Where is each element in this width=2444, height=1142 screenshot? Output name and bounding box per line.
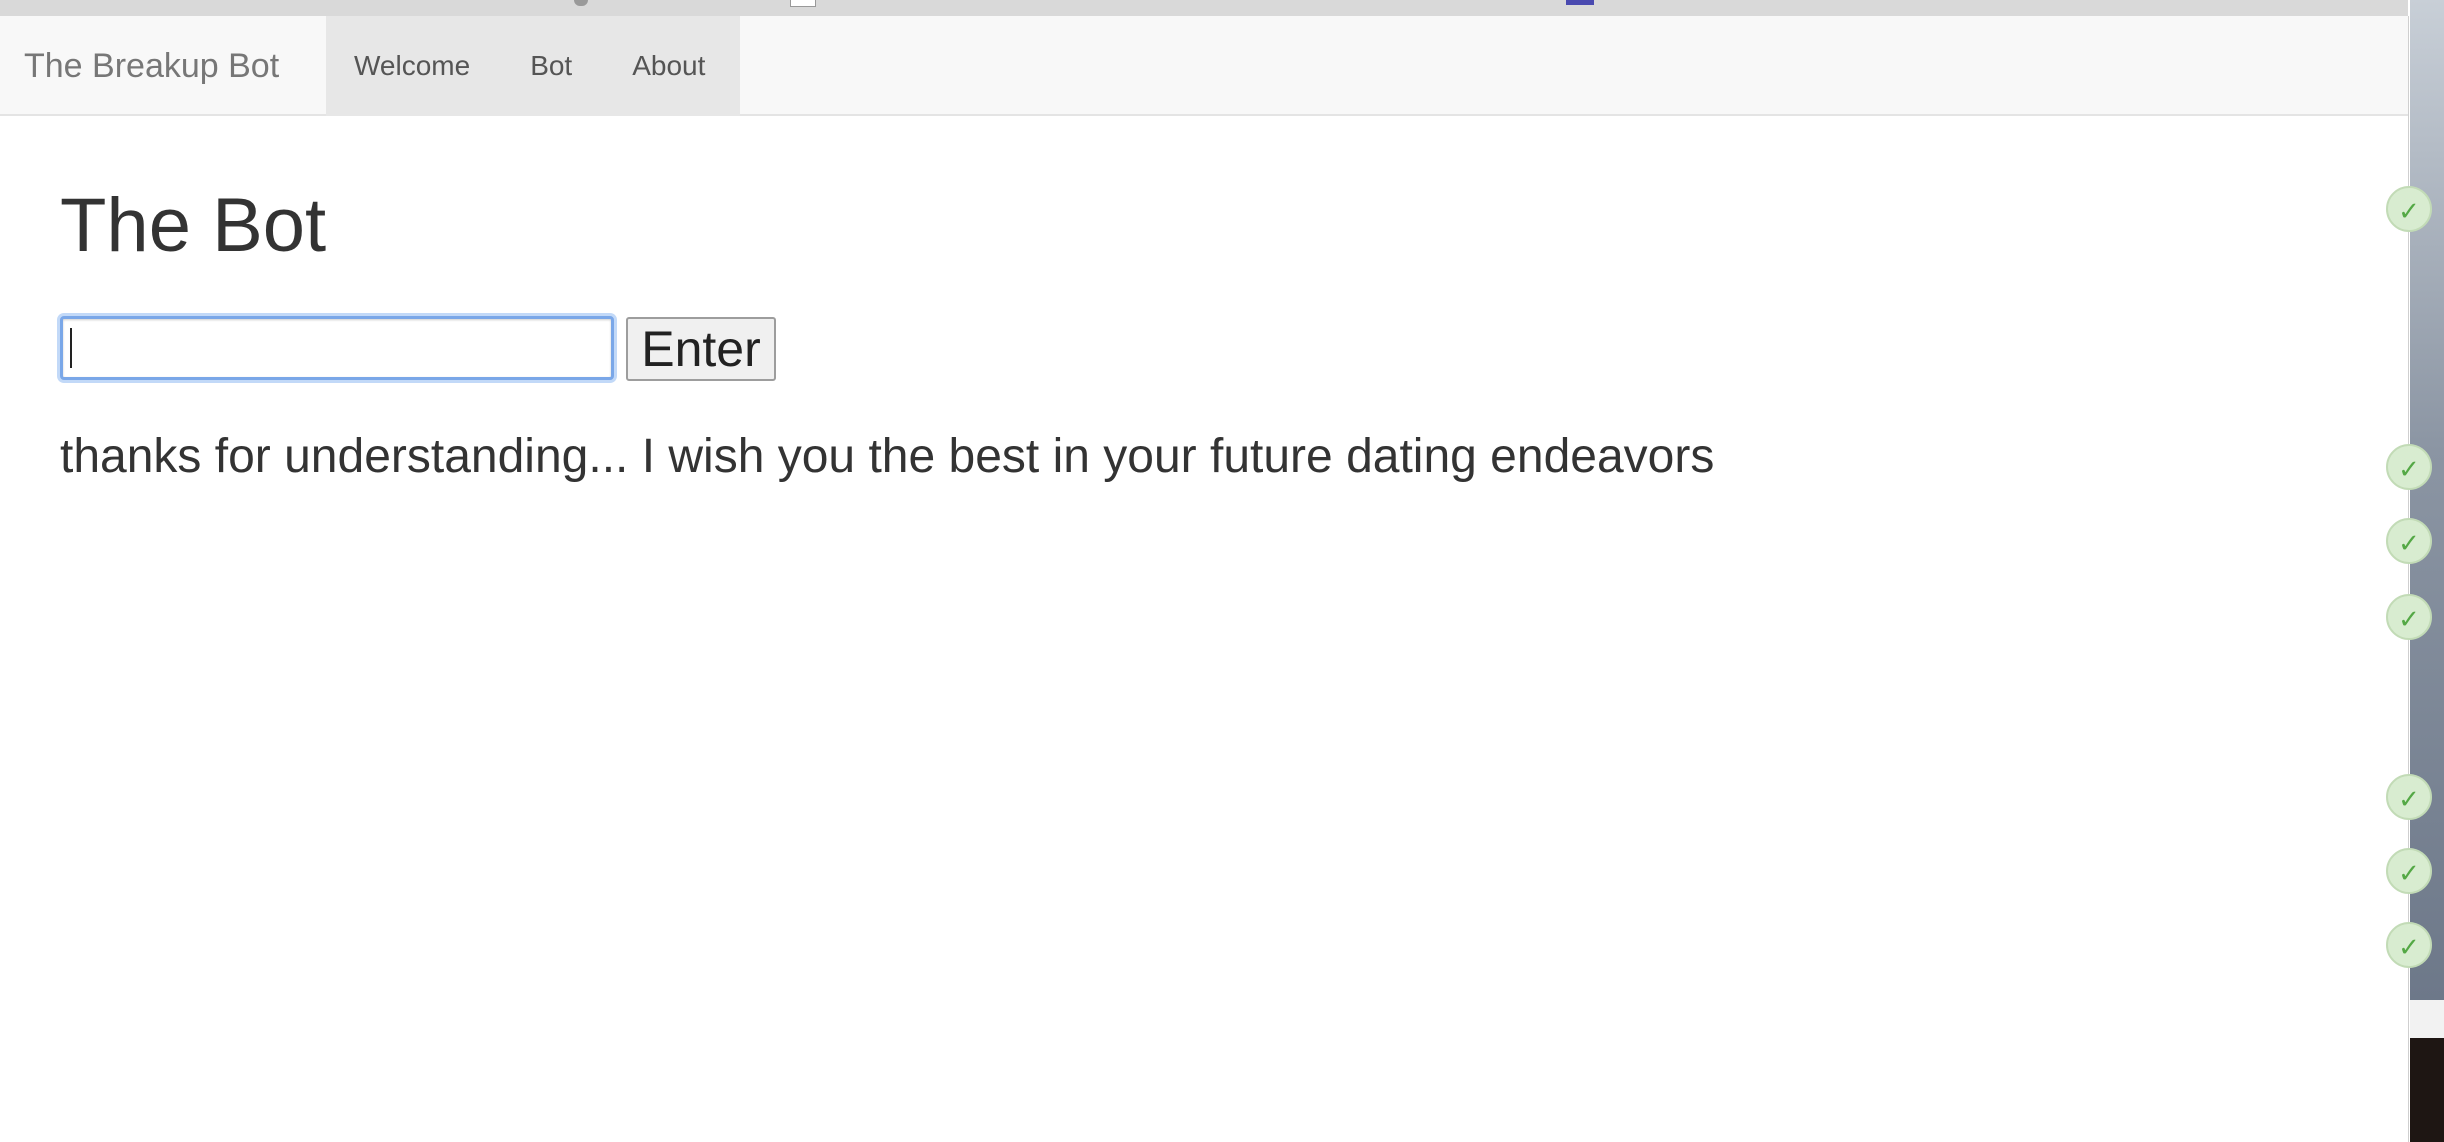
navbar: The Breakup Bot Welcome Bot About bbox=[0, 16, 2408, 116]
page-title: The Bot bbox=[60, 183, 327, 268]
check-circle-icon: ✓ bbox=[2386, 444, 2432, 490]
check-circle-icon: ✓ bbox=[2386, 186, 2432, 232]
toolbar-icon[interactable] bbox=[790, 0, 816, 7]
toolbar-icon[interactable] bbox=[574, 0, 588, 6]
nav-links: Welcome Bot About bbox=[326, 16, 740, 116]
enter-button[interactable]: Enter bbox=[626, 317, 776, 381]
bot-response: thanks for understanding... I wish you t… bbox=[60, 430, 1715, 483]
message-input[interactable] bbox=[60, 316, 614, 380]
check-circle-icon: ✓ bbox=[2386, 848, 2432, 894]
check-circle-icon: ✓ bbox=[2386, 922, 2432, 968]
browser-top-edge bbox=[0, 0, 2408, 17]
background-window-strip bbox=[2410, 1038, 2444, 1142]
nav-item-bot[interactable]: Bot bbox=[530, 50, 572, 82]
check-circle-icon: ✓ bbox=[2386, 594, 2432, 640]
toolbar-icon[interactable] bbox=[1566, 0, 1594, 5]
page-viewport: The Breakup Bot Welcome Bot About The Bo… bbox=[0, 16, 2409, 1142]
check-circle-icon: ✓ bbox=[2386, 774, 2432, 820]
nav-item-about[interactable]: About bbox=[632, 50, 705, 82]
background-window-strip bbox=[2410, 1000, 2444, 1038]
navbar-brand[interactable]: The Breakup Bot bbox=[24, 16, 279, 116]
check-circle-icon: ✓ bbox=[2386, 518, 2432, 564]
nav-item-welcome[interactable]: Welcome bbox=[354, 50, 470, 82]
text-caret bbox=[70, 328, 72, 368]
